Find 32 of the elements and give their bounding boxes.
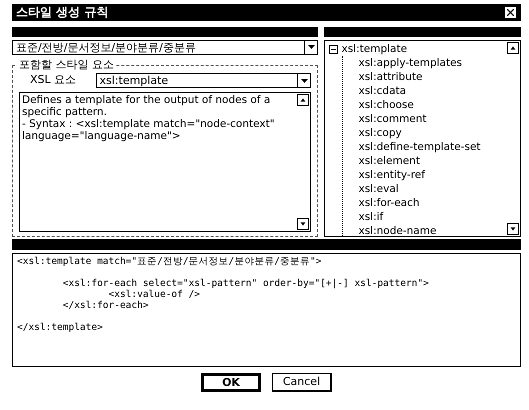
collapse-icon[interactable] <box>328 44 338 54</box>
scroll-down-icon[interactable] <box>297 218 309 230</box>
caret-icon <box>300 78 308 82</box>
tree-item[interactable]: xsl:if <box>358 210 384 224</box>
tree-item[interactable]: xsl:copy <box>358 126 402 140</box>
path-dropdown[interactable]: 표준/전방/문서정보/분야분류/중분류 <box>12 40 318 54</box>
tree-item[interactable]: xsl:entity-ref <box>358 168 425 182</box>
dialog-button[interactable]: OK <box>201 372 261 392</box>
description-box: Defines a template for the output of nodes of a specific pattern. - Syntax : <xsl:template match="node-context" language="language-name"> <box>19 92 311 232</box>
tree-item[interactable]: xsl:element <box>358 154 420 168</box>
tree-item[interactable]: xsl:cdata <box>358 84 406 98</box>
dialog-button[interactable]: Cancel <box>272 372 332 392</box>
tree-item[interactable]: xsl:choose <box>358 98 414 112</box>
caret-icon <box>308 45 314 49</box>
tree-item[interactable]: xsl:template <box>342 42 408 56</box>
xsl-element-label: XSL 요소 <box>30 72 78 88</box>
tree-item[interactable]: xsl:node-name <box>358 224 436 236</box>
group-label: 포함할 스타일 요소 <box>17 58 116 72</box>
tree-item[interactable]: xsl:eval <box>358 182 399 196</box>
scroll-up-icon[interactable] <box>507 42 519 54</box>
close-icon <box>507 8 514 16</box>
tree-item[interactable]: xsl:attribute <box>358 70 422 84</box>
tree-item[interactable]: xsl:apply-templates <box>358 56 462 70</box>
close-button[interactable] <box>504 6 517 19</box>
tree-item[interactable]: xsl:define-template-set <box>358 140 481 154</box>
xsl-element-dropdown[interactable]: xsl:template <box>96 73 311 88</box>
scroll-down-icon[interactable] <box>507 222 519 234</box>
tree-item[interactable]: xsl:comment <box>358 112 427 126</box>
scroll-up-icon[interactable] <box>297 94 309 106</box>
code-editor[interactable]: <xsl:template match="표준/전방/문서정보/분야분류/중분류"> <xsl:for-each select="xsl-pattern" order-by="[+|-] xsl-pattern"> <xsl:value-of /> </xsl:for-each> </xsl:template> <box>12 253 521 367</box>
window-title: 스타일 생성 규칙 <box>16 5 108 20</box>
tree-item[interactable]: xsl:for-each <box>358 196 420 210</box>
